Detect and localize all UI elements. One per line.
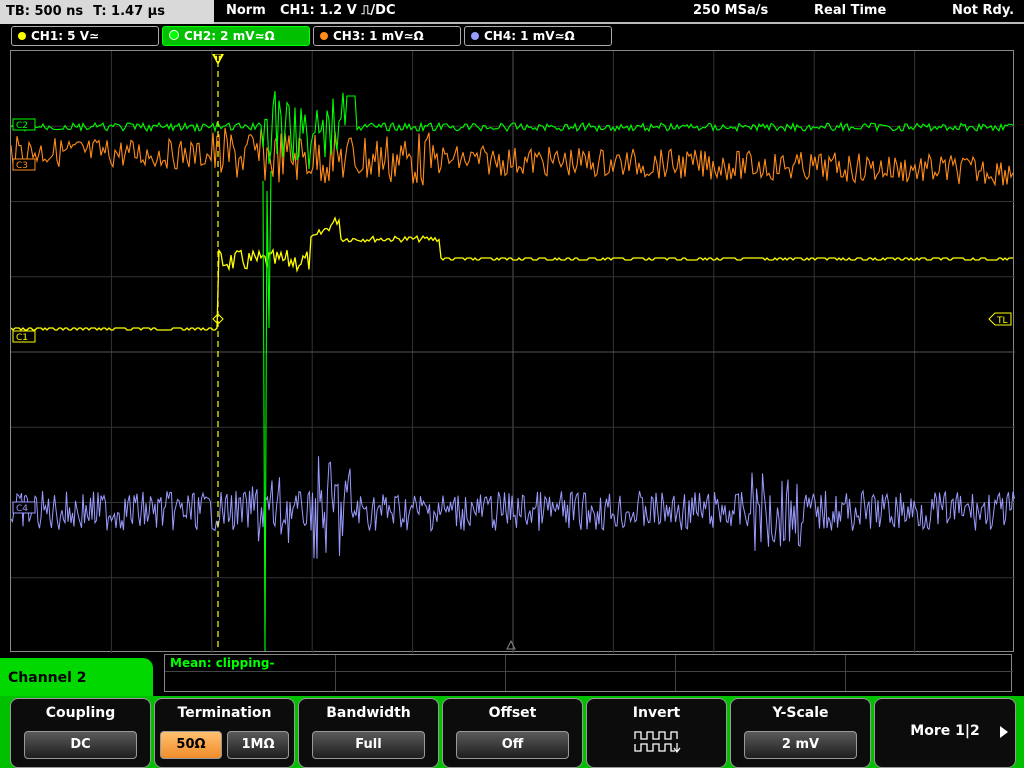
status-bar: TB: 500 ns T: 1.47 µs Norm CH1: 1.2 V ⎍/D… <box>0 0 1024 24</box>
tab-ch3[interactable]: CH3: 1 mV≃Ω <box>313 26 461 46</box>
trigger-position-label: T <box>215 54 222 64</box>
coupling-softkey[interactable]: Coupling DC <box>10 698 151 768</box>
trigger-time-value: T: 1.47 µs <box>93 4 165 19</box>
tab-ch1[interactable]: CH1: 5 V≃ <box>11 26 159 46</box>
trigger-level-marker[interactable]: TL <box>988 312 1012 326</box>
waveform-canvas: T C2 C3 C1 C4 TL <box>11 51 1015 653</box>
trigger-level-label: TL <box>996 316 1008 326</box>
measurement-row-divider <box>165 671 1013 672</box>
invert-title: Invert <box>632 705 681 721</box>
c2-marker-label: C2 <box>16 121 28 131</box>
measurement-result: Mean: clipping- <box>170 656 275 670</box>
channel-menu-label: Channel 2 <box>8 670 87 686</box>
bandwidth-title: Bandwidth <box>326 705 411 721</box>
offset-title: Offset <box>488 705 537 721</box>
measurement-col-divider <box>845 655 846 691</box>
termination-50ohm-option[interactable]: 50Ω <box>160 731 222 759</box>
c3-marker-label: C3 <box>16 161 28 171</box>
offset-value[interactable]: Off <box>456 731 569 759</box>
timebase-value: TB: 500 ns <box>6 4 84 19</box>
coupling-title: Coupling <box>45 705 116 721</box>
trigger-info[interactable]: CH1: 1.2 V ⎍/DC <box>280 0 396 24</box>
bandwidth-value[interactable]: Full <box>312 731 425 759</box>
tab-ch3-label: CH3: 1 mV≃Ω <box>333 29 424 43</box>
waveform-display[interactable]: T C2 C3 C1 C4 TL <box>10 50 1015 653</box>
termination-softkey[interactable]: Termination 50Ω 1MΩ <box>154 698 295 768</box>
ch2-dot-icon <box>169 30 179 40</box>
termination-1mohm-option[interactable]: 1MΩ <box>227 731 289 759</box>
tab-ch4-label: CH4: 1 mV≃Ω <box>484 29 575 43</box>
ch4-dot-icon <box>471 32 479 40</box>
c2-marker[interactable]: C2 <box>12 118 36 131</box>
tab-ch4[interactable]: CH4: 1 mV≃Ω <box>464 26 612 46</box>
measurement-col-divider <box>335 655 336 691</box>
offset-softkey[interactable]: Offset Off <box>442 698 583 768</box>
measurement-panel[interactable]: Mean: clipping- <box>164 654 1013 692</box>
c1-marker[interactable]: C1 <box>12 330 36 343</box>
ch2-glitch <box>262 170 272 652</box>
c3-marker[interactable]: C3 <box>12 158 36 171</box>
measurement-col-divider <box>675 655 676 691</box>
center-marker-icon <box>506 639 516 650</box>
sample-rate: 250 MSa/s <box>693 3 769 18</box>
topbar-divider <box>214 22 1024 24</box>
graticule <box>11 51 1015 653</box>
c4-marker-label: C4 <box>16 504 28 514</box>
tab-ch2-label: CH2: 2 mV≃Ω <box>184 29 275 43</box>
acquisition-mode: Real Time <box>814 3 887 18</box>
c1-marker-label: C1 <box>16 333 28 343</box>
ch2-trace <box>11 91 1014 170</box>
ch3-dot-icon <box>320 32 328 40</box>
more-label: More 1|2 <box>910 723 980 739</box>
yscale-title: Y-Scale <box>772 705 829 721</box>
coupling-value[interactable]: DC <box>24 731 137 759</box>
tab-ch2[interactable]: CH2: 2 mV≃Ω <box>162 26 310 46</box>
invert-softkey[interactable]: Invert <box>586 698 727 768</box>
c4-marker[interactable]: C4 <box>12 501 36 514</box>
termination-title: Termination <box>177 705 272 721</box>
channel-tabs: CH1: 5 V≃ CH2: 2 mV≃Ω CH3: 1 mV≃Ω CH4: 1… <box>0 26 1024 48</box>
trigger-mode[interactable]: Norm <box>226 0 266 24</box>
ch1-dot-icon <box>18 32 26 40</box>
arrow-right-icon <box>1000 726 1008 738</box>
ch1-trace <box>11 216 1013 331</box>
more-softkey[interactable]: More 1|2 <box>874 698 1016 768</box>
ch3-trace <box>11 127 1014 187</box>
timebase-box[interactable]: TB: 500 ns T: 1.47 µs <box>0 0 214 24</box>
yscale-value[interactable]: 2 mV <box>744 731 857 759</box>
yscale-softkey[interactable]: Y-Scale 2 mV <box>730 698 871 768</box>
measurement-col-divider <box>505 655 506 691</box>
trigger-status: Not Rdy. <box>952 3 1015 18</box>
invert-waveform-icon <box>634 731 681 753</box>
bandwidth-softkey[interactable]: Bandwidth Full <box>298 698 439 768</box>
tab-ch1-label: CH1: 5 V≃ <box>31 29 100 43</box>
